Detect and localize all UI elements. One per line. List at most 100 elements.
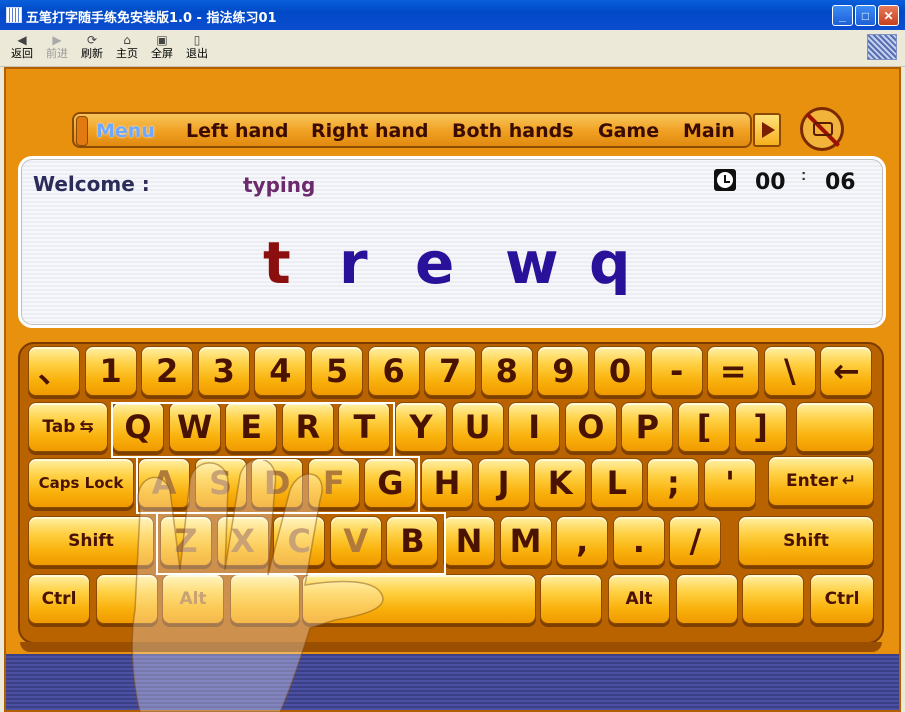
key-r1-11[interactable]: - <box>650 346 703 396</box>
key-r3-11[interactable]: ' <box>704 458 756 508</box>
key-y[interactable]: Y <box>395 402 447 452</box>
key-r5-2[interactable]: Alt <box>162 574 224 624</box>
tab-arrows-icon: ⇆ <box>79 417 94 437</box>
key-r3-6-label: H <box>433 464 461 502</box>
key-r5-0[interactable]: Ctrl <box>28 574 90 624</box>
key-r3-3[interactable]: D <box>251 458 304 508</box>
keyboard-base <box>20 642 882 652</box>
key-caps-lock[interactable]: Caps Lock <box>28 458 134 508</box>
key-r4-4[interactable]: V <box>329 516 382 566</box>
key-r1-1-label: 1 <box>99 352 122 390</box>
key-r4-2[interactable]: X <box>216 516 269 566</box>
key-r3-2[interactable]: S <box>194 458 247 508</box>
key-r4-3[interactable]: C <box>273 516 326 566</box>
key-r3-4[interactable]: F <box>307 458 360 508</box>
key-r4-9-label: . <box>632 522 645 560</box>
key-r5-7[interactable] <box>676 574 738 624</box>
minimize-button[interactable]: _ <box>832 5 853 26</box>
key-r1-7[interactable]: 7 <box>424 346 477 396</box>
menu-bar: Menu Left hand Right hand Both hands Gam… <box>72 112 752 148</box>
key-r1-1[interactable]: 1 <box>84 346 137 396</box>
key-r5-4[interactable] <box>302 574 536 624</box>
menu-item-main[interactable]: Main <box>683 120 735 142</box>
key-r1-9[interactable]: 9 <box>537 346 590 396</box>
exit-button[interactable]: ▯ 退出 <box>181 32 213 64</box>
key-r1-10-label: 0 <box>608 352 632 390</box>
menu-item-left-hand[interactable]: Left hand <box>186 120 288 142</box>
key-r1-4[interactable]: 4 <box>254 346 307 396</box>
key-o[interactable]: O <box>564 402 617 452</box>
key-caps-lock-label: Caps Lock <box>38 474 124 492</box>
key-r4-9[interactable]: . <box>612 516 665 566</box>
key-r5-8[interactable] <box>742 574 804 624</box>
key-r1-2[interactable]: 2 <box>141 346 194 396</box>
key-][interactable]: ] <box>734 402 787 452</box>
key-r5-5[interactable] <box>540 574 602 624</box>
sound-mute-icon[interactable] <box>800 107 844 151</box>
home-button[interactable]: ⌂ 主页 <box>111 32 143 64</box>
key-r3-7[interactable]: J <box>477 458 530 508</box>
key-r4-1[interactable]: Z <box>160 516 212 566</box>
key-enter-top[interactable] <box>796 402 874 452</box>
key-r3-5[interactable]: G <box>364 458 417 508</box>
key-r1-0[interactable]: 、 <box>28 346 80 396</box>
key-r3-10[interactable]: ; <box>647 458 700 508</box>
key-r5-1[interactable] <box>96 574 158 624</box>
key-o-label: O <box>577 408 605 446</box>
key-q[interactable]: Q <box>112 402 164 452</box>
app-icon <box>6 7 22 23</box>
key-shift-right[interactable]: Shift <box>738 516 874 566</box>
key-r1-10[interactable]: 0 <box>594 346 646 396</box>
key-r1-6[interactable]: 6 <box>367 346 420 396</box>
key-r3-6[interactable]: H <box>421 458 473 508</box>
window-titlebar[interactable]: 五笔打字随手练免安装版1.0 - 指法练习01 _ □ ✕ <box>0 0 905 30</box>
key-r4-8[interactable]: , <box>556 516 609 566</box>
key-r4-3-label: C <box>287 522 311 560</box>
key-r4-6-label: N <box>455 522 483 560</box>
key-shift-left[interactable]: Shift <box>28 516 154 566</box>
key-r4-10[interactable]: / <box>669 516 722 566</box>
key-r4-5[interactable]: B <box>386 516 439 566</box>
menu-item-game[interactable]: Game <box>598 120 659 142</box>
forward-button[interactable]: ▶ 前进 <box>41 32 73 64</box>
key-p[interactable]: P <box>621 402 674 452</box>
key-r3-5-label: G <box>377 464 404 502</box>
key-t[interactable]: T <box>338 402 391 452</box>
key-r3-4-label: F <box>322 464 345 502</box>
key-tab[interactable]: Tab ⇆ <box>28 402 108 452</box>
key-u[interactable]: U <box>451 402 504 452</box>
maximize-button[interactable]: □ <box>855 5 876 26</box>
menu-next-arrow-button[interactable] <box>753 113 781 147</box>
key-r4-7[interactable]: M <box>499 516 552 566</box>
key-r1-12[interactable]: = <box>707 346 760 396</box>
window-title: 五笔打字随手练免安装版1.0 - 指法练习01 <box>26 11 277 26</box>
key-r4-6[interactable]: N <box>443 516 495 566</box>
key-w[interactable]: W <box>168 402 221 452</box>
key-backspace-label: ← <box>832 352 860 390</box>
menu-item-both-hands[interactable]: Both hands <box>452 120 574 142</box>
key-r1-5[interactable]: 5 <box>311 346 363 396</box>
menu-item-menu[interactable]: Menu <box>96 120 155 142</box>
key-r[interactable]: R <box>281 402 334 452</box>
key-r3-8[interactable]: K <box>534 458 587 508</box>
key-r5-6[interactable]: Alt <box>608 574 670 624</box>
key-[[interactable]: [ <box>678 402 730 452</box>
key-r1-11-label: - <box>669 352 684 390</box>
fullscreen-button[interactable]: ▣ 全屏 <box>146 32 178 64</box>
key-e[interactable]: E <box>225 402 278 452</box>
key-r5-9[interactable]: Ctrl <box>810 574 874 624</box>
key-r1-8[interactable]: 8 <box>480 346 533 396</box>
key-r1-13[interactable]: \ <box>763 346 816 396</box>
back-button[interactable]: ◀ 返回 <box>6 32 38 64</box>
close-button[interactable]: ✕ <box>878 5 899 26</box>
key-u-label: U <box>464 408 491 446</box>
menu-item-right-hand[interactable]: Right hand <box>311 120 428 142</box>
key-i[interactable]: I <box>508 402 561 452</box>
key-r3-1[interactable]: A <box>138 458 190 508</box>
key-r3-9[interactable]: L <box>590 458 643 508</box>
refresh-button[interactable]: ⟳ 刷新 <box>76 32 108 64</box>
key-r1-3[interactable]: 3 <box>197 346 250 396</box>
key-r5-3[interactable] <box>230 574 300 624</box>
key-backspace[interactable]: ← <box>820 346 873 396</box>
key-enter[interactable]: Enter ↵ <box>768 456 874 506</box>
